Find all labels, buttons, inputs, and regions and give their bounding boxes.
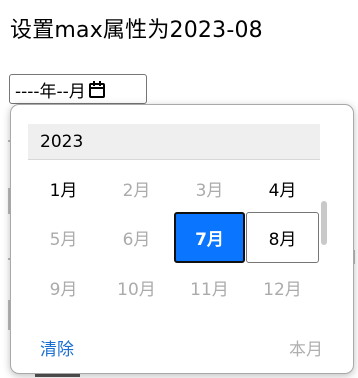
month-cell: 6月 — [122, 229, 151, 250]
year-header[interactable]: 2023 — [28, 124, 320, 160]
month-cell[interactable]: 8月 — [246, 212, 319, 263]
month-cell: 10月 — [117, 279, 156, 300]
month-cell: 3月 — [195, 180, 224, 201]
background-fragment — [35, 374, 80, 377]
month-cell: 2月 — [122, 180, 151, 201]
month-cell: 9月 — [49, 279, 78, 300]
this-month-button[interactable]: 本月 — [289, 339, 323, 361]
month-cell: 11月 — [190, 279, 229, 300]
calendar-icon[interactable] — [88, 80, 105, 98]
month-cell[interactable]: 7月 — [174, 212, 245, 263]
month-input-value[interactable]: ----年--月 — [15, 77, 86, 102]
year-label: 2023 — [40, 131, 84, 152]
month-cell: 5月 — [49, 229, 78, 250]
month-cell: 12月 — [263, 279, 302, 300]
month-cell[interactable]: 4月 — [246, 163, 319, 213]
page-title: 设置max属性为2023-08 — [10, 18, 263, 43]
clear-button[interactable]: 清除 — [40, 339, 74, 361]
month-cell[interactable]: 1月 — [27, 163, 100, 213]
month-picker-popup: 2023 1月 2月 3月 4月 5月 6月 7月 8月 9月 10月 11月 12月 清除 本月 — [10, 104, 354, 374]
month-input[interactable]: ----年--月 — [9, 74, 147, 104]
scrollbar-thumb[interactable] — [321, 201, 327, 245]
